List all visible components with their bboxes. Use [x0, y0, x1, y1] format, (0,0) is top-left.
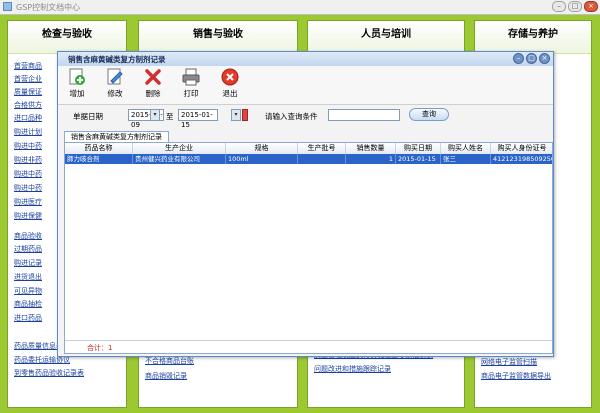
delete-label: 删除	[145, 89, 161, 98]
delete-button[interactable]: 删除	[138, 68, 168, 99]
panel-link[interactable]: 商品销毁记录	[145, 371, 187, 381]
panel-link[interactable]: 过期药品	[14, 244, 42, 254]
dialog-title: 销售含麻黄碱类复方制剂记录	[68, 55, 166, 64]
printer-icon	[182, 68, 200, 86]
minimize-button[interactable]: –	[552, 1, 566, 12]
date-to-field[interactable]: 2015-01-15	[178, 109, 218, 129]
panel-title: 销售与验收	[139, 21, 297, 54]
panel-link[interactable]: 问题改进和措施跟踪记录	[314, 364, 391, 374]
panel-link[interactable]: 购进医疗	[14, 197, 42, 207]
date-from-dropdown[interactable]: ▾	[150, 109, 160, 121]
panel-link[interactable]: 进口药品	[14, 313, 42, 323]
records-dialog: 销售含麻黄碱类复方制剂记录 – □ × 增加 修改 删除 打印 退出 单据日期 …	[57, 51, 554, 357]
cell-drug-name: 肺力咳合剂	[65, 154, 133, 164]
edit-icon	[107, 68, 123, 85]
window-titlebar: GSP控制文档中心 – □ ×	[0, 0, 600, 15]
app-icon	[3, 2, 12, 11]
records-grid: 药品名称 生产企业 规格 生产批号 销售数量 购买日期 购买人姓名 购买人身份证…	[64, 142, 553, 354]
dialog-titlebar: 销售含麻黄碱类复方制剂记录 – □ ×	[58, 52, 553, 67]
panel-link[interactable]: 合格供方	[14, 100, 42, 110]
panel-link[interactable]: 进货退出	[14, 272, 42, 282]
add-icon	[69, 68, 85, 85]
dialog-toolbar: 增加 修改 删除 打印 退出	[58, 66, 553, 105]
cell-buyer: 张三	[441, 154, 491, 164]
col-drug-name[interactable]: 药品名称	[65, 143, 133, 154]
date-clear-button[interactable]	[242, 109, 248, 121]
cell-spec: 100ml	[226, 154, 298, 164]
col-manufacturer[interactable]: 生产企业	[133, 143, 226, 154]
panel-link[interactable]: 网络电子监管扫描	[481, 357, 537, 367]
add-button[interactable]: 增加	[62, 68, 92, 99]
panel-link[interactable]: 购进中药	[14, 183, 42, 193]
panel-link[interactable]: 首营商品	[14, 61, 42, 71]
filter-bar: 单据日期 2015-01-09 ▾ 至 2015-01-15 ▾ 请输入查询条件…	[58, 106, 553, 129]
panel-title: 存储与养护	[475, 21, 591, 54]
window-title: GSP控制文档中心	[16, 3, 81, 12]
query-button[interactable]: 查询	[409, 108, 449, 121]
cell-buyer-id: 412123198509250511	[491, 154, 552, 164]
panel-link[interactable]: 药品质量信息表	[14, 341, 63, 351]
cell-batch	[298, 154, 346, 164]
print-button[interactable]: 打印	[176, 68, 206, 99]
date-to-dropdown[interactable]: ▾	[231, 109, 241, 121]
panel-link[interactable]: 商品抽检	[14, 299, 42, 309]
col-quantity[interactable]: 销售数量	[346, 143, 396, 154]
col-date[interactable]: 购买日期	[396, 143, 441, 154]
col-batch[interactable]: 生产批号	[298, 143, 346, 154]
edit-label: 修改	[107, 89, 123, 98]
delete-icon	[145, 69, 161, 85]
query-label: 请输入查询条件	[265, 112, 318, 121]
date-to-label: 至	[166, 112, 174, 121]
cell-manufacturer: 贵州健兴药业有限公司	[133, 154, 226, 164]
dialog-minimize-button[interactable]: –	[513, 53, 524, 64]
panel-link[interactable]: 商品电子监管数据导出	[481, 371, 551, 381]
col-buyer-id[interactable]: 购买人身份证号	[491, 143, 552, 154]
edit-button[interactable]: 修改	[100, 68, 130, 99]
cell-quantity: 1	[346, 154, 396, 164]
panel-link[interactable]: 购进中药	[14, 169, 42, 179]
panel-title: 检查与验收	[8, 21, 126, 54]
date-label: 单据日期	[73, 112, 103, 121]
panel-link[interactable]: 到零售药品验收记录表	[14, 368, 84, 378]
dialog-close-button[interactable]: ×	[539, 53, 550, 64]
record-count: 合计：1	[87, 344, 113, 352]
col-spec[interactable]: 规格	[226, 143, 298, 154]
print-label: 打印	[183, 89, 199, 98]
panel-link[interactable]: 进口品种	[14, 113, 42, 123]
panel-link[interactable]: 购进中药	[14, 141, 42, 151]
grid-footer: 合计：1	[65, 340, 552, 353]
dialog-maximize-button[interactable]: □	[526, 53, 537, 64]
exit-icon	[221, 68, 239, 86]
col-buyer[interactable]: 购买人姓名	[441, 143, 491, 154]
cell-date: 2015-01-15	[396, 154, 441, 164]
window-controls: – □ ×	[552, 1, 598, 12]
panel-link[interactable]: 质量保证	[14, 87, 42, 97]
panel-link[interactable]: 可见异物	[14, 286, 42, 296]
exit-button[interactable]: 退出	[215, 68, 245, 99]
add-label: 增加	[69, 89, 85, 98]
panel-link[interactable]: 不合格商品台账	[145, 356, 194, 366]
maximize-button[interactable]: □	[568, 1, 582, 12]
panel-link[interactable]: 购进记录	[14, 258, 42, 268]
panel-link[interactable]: 商品验收	[14, 231, 42, 241]
table-row[interactable]: 肺力咳合剂 贵州健兴药业有限公司 100ml 1 2015-01-15 张三 4…	[65, 154, 552, 164]
panel-title: 人员与培训	[308, 21, 464, 54]
panel-link[interactable]: 购进计划	[14, 127, 42, 137]
panel-link[interactable]: 购进保健	[14, 211, 42, 221]
panel-link[interactable]: 购进非药	[14, 155, 42, 165]
exit-label: 退出	[222, 89, 238, 98]
panel-link[interactable]: 首营企业	[14, 74, 42, 84]
query-input[interactable]	[328, 109, 400, 121]
close-button[interactable]: ×	[584, 1, 598, 12]
